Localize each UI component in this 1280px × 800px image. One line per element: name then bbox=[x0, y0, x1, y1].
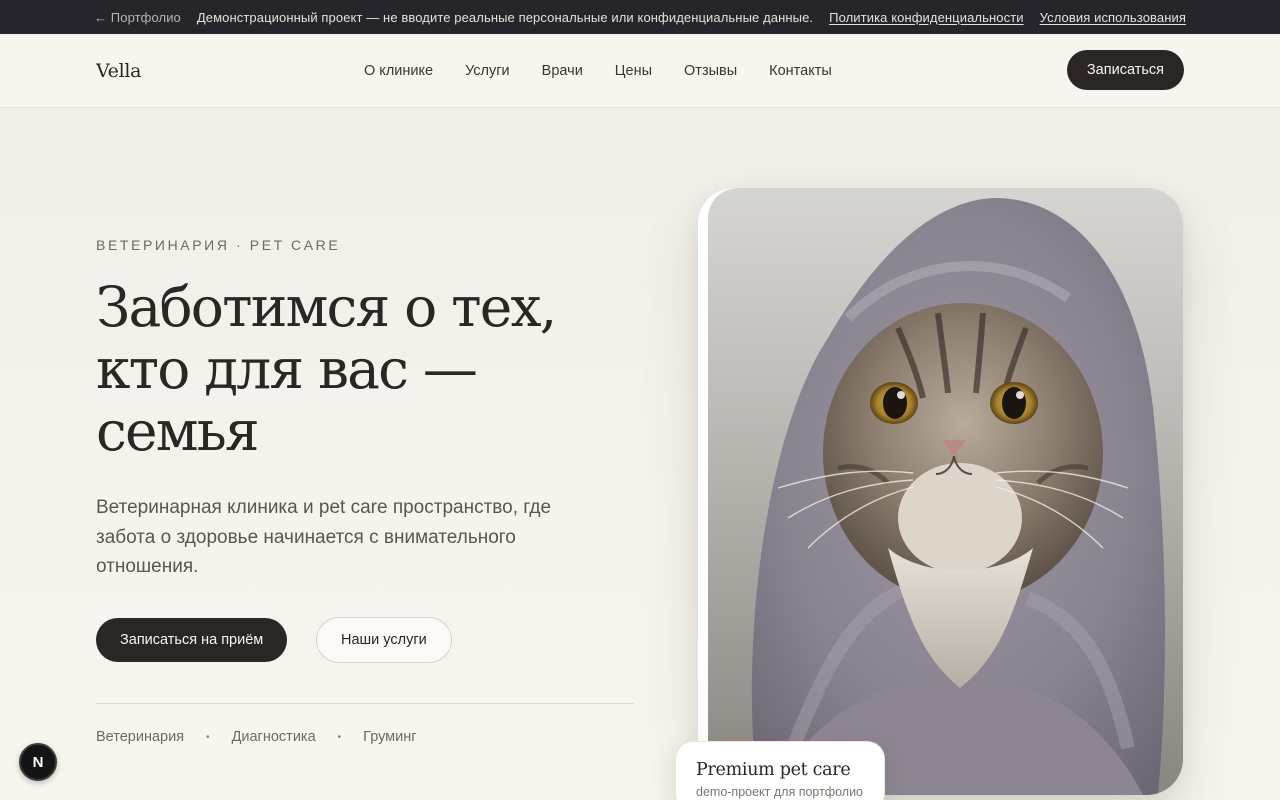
tag-diagnostics: Диагностика bbox=[231, 729, 316, 745]
nav-item-about[interactable]: О клинике bbox=[364, 63, 433, 79]
hero-headline: Заботимся о тех, кто для вас — семья bbox=[96, 276, 636, 462]
headline-line-3: семья bbox=[96, 399, 260, 463]
headline-line-2: кто для вас — bbox=[96, 337, 478, 401]
privacy-policy-link[interactable]: Политика конфиденциальности bbox=[829, 10, 1023, 25]
service-tags: Ветеринария • Диагностика • Груминг bbox=[96, 729, 417, 745]
hero-eyebrow: ВЕТЕРИНАРИЯ · PET CARE bbox=[96, 237, 341, 253]
site-header: Vella О клинике Услуги Врачи Цены Отзывы… bbox=[0, 34, 1280, 108]
demo-notice-bar: ← Портфолио Демонстрационный проект — не… bbox=[0, 0, 1280, 34]
hero-section: ВЕТЕРИНАРИЯ · PET CARE Заботимся о тех, … bbox=[0, 108, 1280, 800]
back-to-portfolio-link[interactable]: ← Портфолио bbox=[94, 10, 181, 25]
hero-subtitle: Ветеринарная клиника и pet care простран… bbox=[96, 497, 552, 577]
nav-item-services[interactable]: Услуги bbox=[465, 63, 510, 79]
badge-title: Premium pet care bbox=[696, 760, 851, 780]
tag-grooming: Груминг bbox=[363, 729, 417, 745]
hero-photo-card bbox=[698, 188, 1183, 795]
book-appointment-button[interactable]: Записаться на приём bbox=[96, 618, 288, 662]
tag-veterinary: Ветеринария bbox=[96, 729, 185, 745]
nav-item-prices[interactable]: Цены bbox=[615, 63, 652, 79]
our-services-button[interactable]: Наши услуги bbox=[316, 617, 452, 663]
badge-subtitle: demo-проект для портфолио bbox=[696, 785, 864, 799]
nav-item-contacts[interactable]: Контакты bbox=[769, 63, 832, 79]
nav-item-reviews[interactable]: Отзывы bbox=[684, 63, 737, 79]
tag-separator: • bbox=[337, 731, 342, 743]
nextjs-dev-tools-button[interactable]: N bbox=[19, 743, 57, 781]
logo[interactable]: Vella bbox=[96, 60, 142, 82]
nav-item-doctors[interactable]: Врачи bbox=[542, 63, 583, 79]
tag-separator: • bbox=[206, 731, 210, 743]
cat-in-towel-photo bbox=[698, 188, 1183, 795]
demo-notice-text: Демонстрационный проект — не вводите реа… bbox=[196, 9, 814, 25]
main-nav: О клинике Услуги Врачи Цены Отзывы Конта… bbox=[364, 34, 832, 108]
terms-of-use-link[interactable]: Условия использования bbox=[1040, 10, 1186, 25]
hero-divider bbox=[96, 703, 634, 704]
premium-badge-card: Premium pet care demo-проект для портфол… bbox=[675, 741, 885, 800]
book-appointment-header-button[interactable]: Записаться bbox=[1066, 50, 1184, 90]
headline-line-1: Заботимся о тех, bbox=[96, 275, 557, 339]
